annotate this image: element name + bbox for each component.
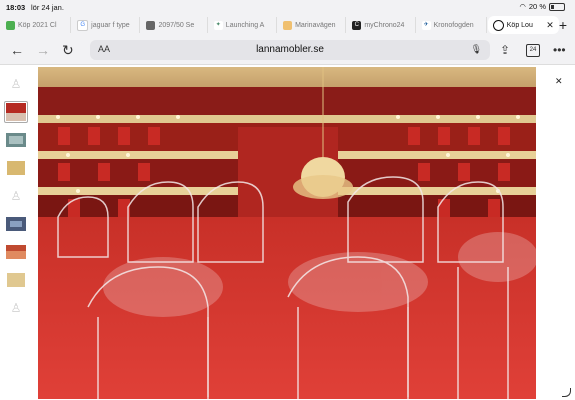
battery-icon [549,2,565,11]
gold-chairs2-thumb-icon [7,273,25,287]
tab-active[interactable]: Köp Lou ✕ [487,16,559,34]
globe-icon [492,19,504,31]
status-indicators: ◠ 20 % [519,2,565,11]
thumbnail-gold-chairs[interactable] [4,157,28,179]
url-text[interactable]: lannamobler.se [90,44,490,55]
gold-chairs-thumb-icon [7,161,25,175]
theater2-thumb-icon [6,245,26,259]
back-arrow-icon[interactable]: ← [10,42,24,58]
site-icon [146,20,156,30]
tab-2[interactable]: G jaguar f type [72,17,141,33]
tab-label: jaguar f type [91,21,130,29]
close-tab-icon[interactable]: ✕ [546,20,554,31]
tab-4[interactable]: ✦ Launching A [209,17,278,33]
thumbnail-strip: ♙ ♙ ♙ [4,73,28,325]
thumbnail-room-2[interactable] [4,213,28,235]
status-time: 18:03 [6,3,26,12]
tab-label: Launching A [225,21,265,29]
tab-bar: Köp 2021 Cl G jaguar f type 2097/50 Se ✦… [0,14,575,36]
tab-3[interactable]: 2097/50 Se [141,17,208,33]
star-icon: ✦ [213,20,223,30]
room-thumb-icon [6,133,26,147]
battery-percent: 20 % [528,2,546,11]
tab-7[interactable]: ✈ Kronofogden [417,17,487,33]
more-icon[interactable]: ••• [553,43,566,57]
tab-label: myChrono24 [364,21,405,29]
thumbnail-gold-chairs-2[interactable] [4,269,28,291]
thumbnail-room[interactable] [4,129,28,151]
product-image-viewer[interactable] [38,67,536,399]
close-viewer-icon[interactable]: ✕ [555,76,563,87]
thumbnail-chair[interactable]: ♙ [4,73,28,95]
forward-arrow-icon[interactable]: → [36,42,50,58]
green-square-icon [6,20,15,30]
page-content: ♙ ♙ ♙ ✕ [0,65,575,400]
address-bar[interactable]: AA lannamobler.se 🎙 [90,40,490,60]
bird-icon: ✈ [421,20,431,30]
new-tab-button[interactable]: + [559,17,567,33]
status-bar: 18:03 lör 24 jan. ◠ 20 % [0,0,575,14]
tab-label: Köp 2021 Cl [18,21,57,29]
status-date: lör 24 jan. [31,3,64,12]
theater-chairs-photo [38,67,536,399]
reload-icon[interactable]: ↻ [62,42,74,59]
tab-label: 2097/50 Se [158,21,195,29]
c-icon: C [352,20,362,30]
share-icon[interactable]: ⇪ [500,43,510,57]
thumbnail-chair-3[interactable]: ♙ [4,297,28,319]
browser-toolbar: ← → ↻ AA lannamobler.se 🎙 ⇪ ••• [0,36,575,65]
tab-label: Marinavägen [295,21,336,29]
wifi-icon: ◠ [519,2,526,11]
tab-1[interactable]: Köp 2021 Cl [1,17,72,33]
microphone-icon[interactable]: 🎙 [471,44,482,55]
tab-label: Kronofogden [433,21,474,29]
tab-5[interactable]: Marinavägen [278,17,347,33]
tab-6[interactable]: C myChrono24 [347,17,416,33]
thumbnail-theater-2[interactable] [4,241,28,263]
theater-thumb-icon [6,103,26,121]
thumbnail-theater-selected[interactable] [4,101,28,123]
google-icon: G [77,19,89,31]
room2-thumb-icon [6,217,26,231]
thumbnail-chair-2[interactable]: ♙ [4,185,28,207]
tab-label: Köp Lou [506,21,533,29]
tab-count-button[interactable]: 24 [526,44,540,57]
face-icon [283,20,293,30]
